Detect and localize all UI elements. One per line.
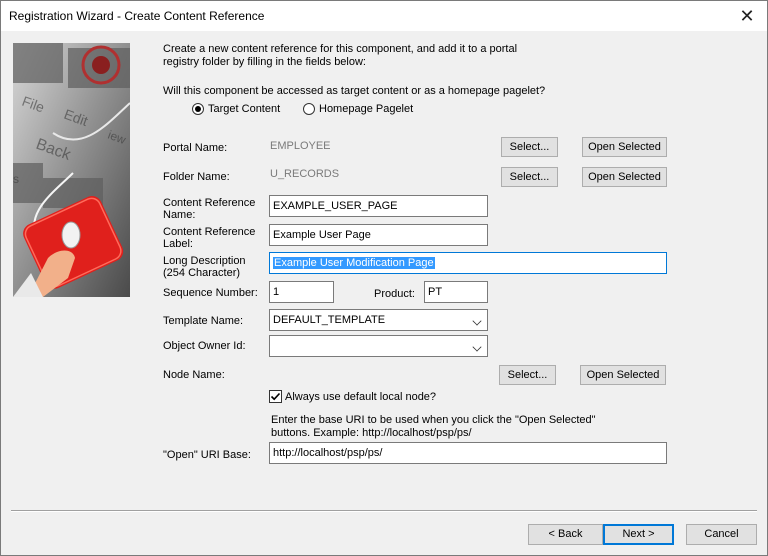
- long-description-label-1: Long Description: [163, 255, 246, 267]
- folder-open-selected-button[interactable]: Open Selected: [582, 167, 667, 187]
- node-name-label: Node Name:: [163, 369, 225, 381]
- product-label: Product:: [374, 288, 415, 300]
- long-description-label-2: (254 Character): [163, 267, 241, 279]
- product-field[interactable]: PT: [424, 281, 488, 303]
- portal-name-label: Portal Name:: [163, 142, 228, 154]
- folder-name-label: Folder Name:: [163, 171, 230, 183]
- next-button[interactable]: Next >: [603, 524, 674, 545]
- intro-line-1: Create a new content reference for this …: [163, 43, 518, 55]
- object-owner-label: Object Owner Id:: [163, 340, 246, 352]
- template-name-value: DEFAULT_TEMPLATE: [273, 314, 386, 326]
- sequence-number-field[interactable]: 1: [269, 281, 334, 303]
- node-select-button[interactable]: Select...: [499, 365, 556, 385]
- portal-select-button[interactable]: Select...: [501, 137, 558, 157]
- content-ref-label-field[interactable]: Example User Page: [269, 224, 488, 246]
- uri-help-line-1: Enter the base URI to be used when you c…: [271, 414, 596, 426]
- long-description-field[interactable]: Example User Modification Page: [269, 252, 667, 274]
- template-name-label: Template Name:: [163, 315, 244, 327]
- window-title: Registration Wizard - Create Content Ref…: [9, 9, 265, 23]
- target-content-radio[interactable]: [192, 103, 204, 115]
- portal-open-selected-button[interactable]: Open Selected: [582, 137, 667, 157]
- svg-text:s: s: [13, 172, 19, 186]
- uri-help-line-2: buttons. Example: http://localhost/psp/p…: [271, 427, 472, 439]
- homepage-pagelet-radio[interactable]: [303, 103, 315, 115]
- node-open-selected-button[interactable]: Open Selected: [580, 365, 666, 385]
- content-ref-name-label-2: Name:: [163, 209, 196, 221]
- close-icon[interactable]: ✕: [735, 5, 759, 27]
- chevron-down-icon[interactable]: [472, 342, 482, 352]
- portal-name-value: EMPLOYEE: [270, 140, 331, 152]
- content-ref-label-label-2: Label:: [163, 238, 193, 250]
- object-owner-dropdown[interactable]: [269, 335, 488, 357]
- content-ref-label-label-1: Content Reference: [163, 226, 256, 238]
- content-ref-name-field[interactable]: EXAMPLE_USER_PAGE: [269, 195, 488, 217]
- content-ref-name-label-1: Content Reference: [163, 197, 256, 209]
- accessed-question: Will this component be accessed as targe…: [163, 85, 546, 97]
- cancel-button[interactable]: Cancel: [686, 524, 757, 545]
- wizard-artwork-image: File Edit Back iew s: [13, 43, 130, 297]
- registration-wizard-window: Registration Wizard - Create Content Ref…: [0, 0, 768, 556]
- target-content-label[interactable]: Target Content: [208, 103, 280, 115]
- chevron-down-icon[interactable]: [472, 316, 482, 326]
- uri-base-field[interactable]: http://localhost/psp/ps/: [269, 442, 667, 464]
- title-bar: Registration Wizard - Create Content Ref…: [1, 1, 767, 31]
- radio-selected-dot: [195, 106, 201, 112]
- homepage-pagelet-label[interactable]: Homepage Pagelet: [319, 103, 413, 115]
- sequence-number-label: Sequence Number:: [163, 287, 258, 299]
- template-name-dropdown[interactable]: DEFAULT_TEMPLATE: [269, 309, 488, 331]
- selected-text: Example User Modification Page: [273, 257, 435, 269]
- default-node-checkbox[interactable]: [269, 390, 282, 403]
- intro-line-2: registry folder by filling in the fields…: [163, 56, 366, 68]
- checkmark-icon: [270, 392, 281, 401]
- default-node-label[interactable]: Always use default local node?: [285, 391, 436, 403]
- footer-separator: [11, 510, 757, 512]
- uri-base-label: "Open" URI Base:: [163, 449, 251, 461]
- back-button[interactable]: < Back: [528, 524, 603, 545]
- folder-select-button[interactable]: Select...: [501, 167, 558, 187]
- folder-name-value: U_RECORDS: [270, 168, 340, 180]
